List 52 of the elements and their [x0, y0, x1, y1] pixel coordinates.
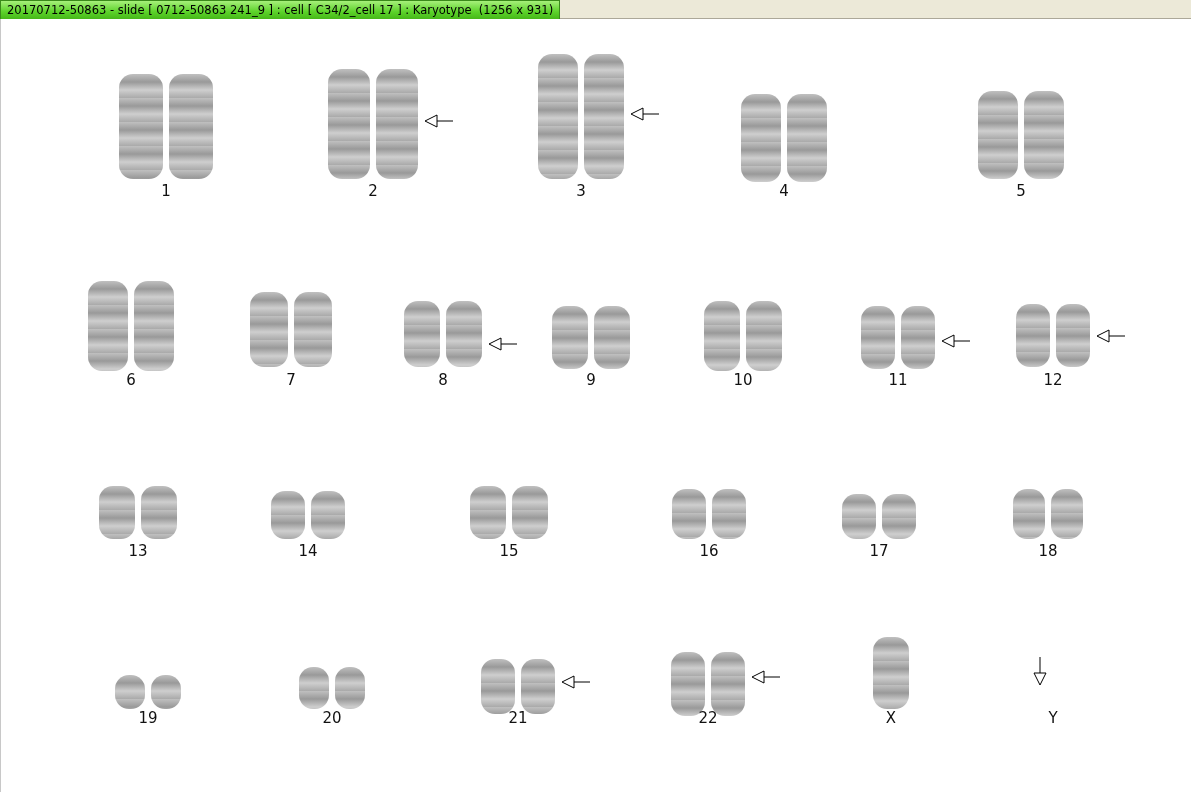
chromosome-image [512, 486, 548, 539]
chromosome-label: 5 [1015, 182, 1027, 200]
chromosome-label: 9 [585, 371, 597, 389]
chromosome-image [861, 306, 895, 369]
chromosome-image [746, 301, 782, 371]
chromosome-image [151, 675, 181, 709]
chromosome-image [335, 667, 365, 709]
chromosome-image [672, 489, 706, 539]
chromosome-label: 8 [437, 371, 449, 389]
chromosome-image [446, 301, 482, 367]
chromosome-image [99, 486, 135, 539]
chromosome-image [115, 675, 145, 709]
chromosome-image [873, 637, 909, 709]
chromosome-label: 3 [575, 182, 587, 200]
chromosome-label: 1 [160, 182, 172, 200]
chromosome-image [842, 494, 876, 539]
chromosome-image [704, 301, 740, 371]
window-title: 20170712-50863 - slide [ 0712-50863 241_9 ] : cell [ C34/2_cell 17 ] : Karyotype (1256 x 931) [0, 0, 561, 19]
chromosome-image [1051, 489, 1083, 539]
chromosome-image [311, 491, 345, 539]
chromosome-label: 10 [732, 371, 754, 389]
chromosome-label: 21 [507, 709, 529, 727]
chromosome-label: 11 [887, 371, 909, 389]
chromosome-image [470, 486, 506, 539]
chromosome-label: 2 [367, 182, 379, 200]
chromosome-label: X [884, 709, 898, 727]
chromosome-label: 16 [698, 542, 720, 560]
chromosome-image [552, 306, 588, 369]
chromosome-label: 22 [697, 709, 719, 727]
chromosome-label: 19 [137, 709, 159, 727]
chromosome-image [1016, 304, 1050, 367]
chromosome-label: 7 [285, 371, 297, 389]
chromosome-image [299, 667, 329, 709]
chromosome-label: 15 [498, 542, 520, 560]
chromosome-label: 13 [127, 542, 149, 560]
chromosome-image [141, 486, 177, 539]
chromosome-label: 14 [297, 542, 319, 560]
chromosome-image [1013, 489, 1045, 539]
chromosome-label: 4 [778, 182, 790, 200]
chromosome-image [1056, 304, 1090, 367]
chromosome-label: Y [1047, 709, 1059, 727]
chromosome-label: 18 [1037, 542, 1059, 560]
chromosome-image [882, 494, 916, 539]
chromosome-label: 12 [1042, 371, 1064, 389]
chromosome-label: 6 [125, 371, 137, 389]
chromosome-image [594, 306, 630, 369]
chromosome-image [271, 491, 305, 539]
chromosome-image [404, 301, 440, 367]
chromosome-image [712, 489, 746, 539]
chromosome-label: 20 [321, 709, 343, 727]
chromosome-image [901, 306, 935, 369]
chromosome-label: 17 [868, 542, 890, 560]
